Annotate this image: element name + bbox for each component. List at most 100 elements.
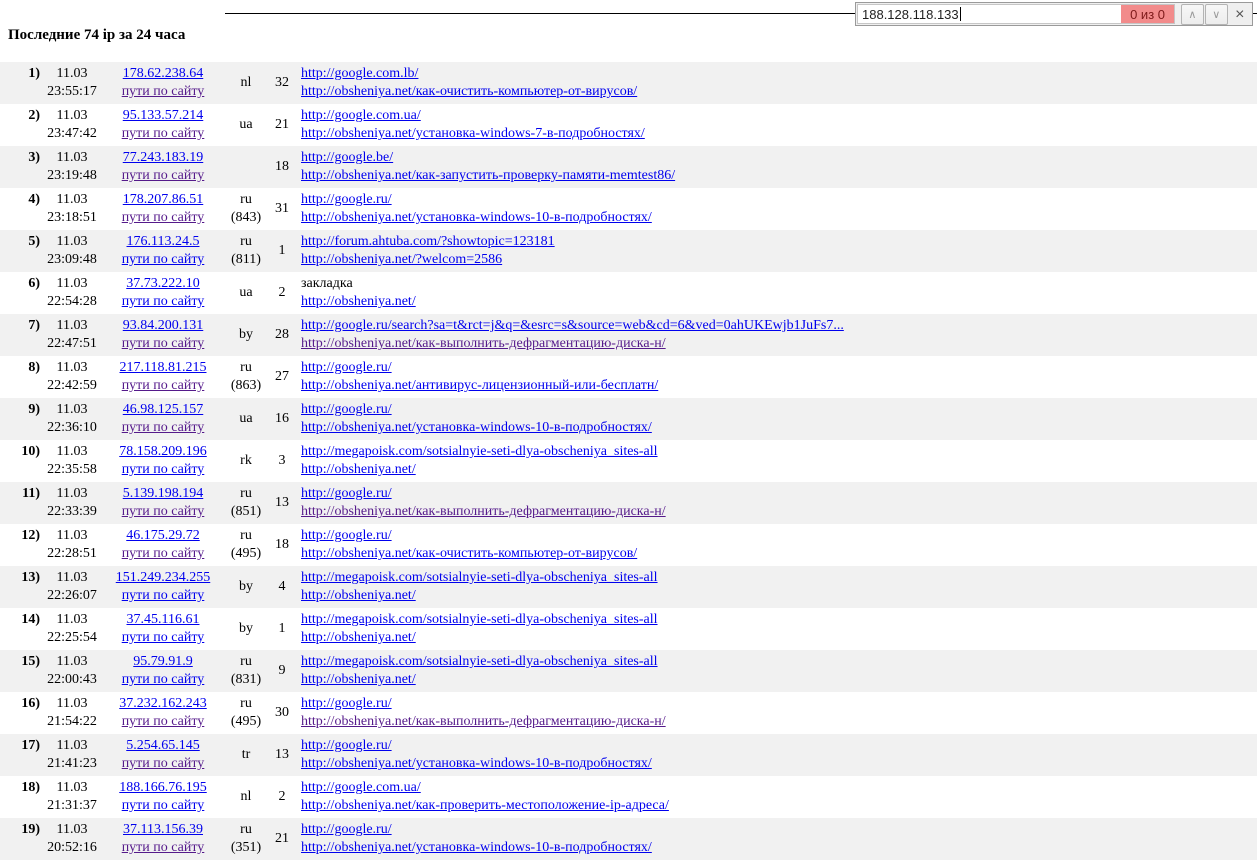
ip-cell: 46.175.29.72 пути по сайту bbox=[102, 527, 224, 563]
referrer-link[interactable]: http://megapoisk.com/sotsialnyie-seti-dl… bbox=[301, 612, 658, 627]
geo-cell: ru (495) bbox=[224, 695, 268, 731]
page-link[interactable]: http://obsheniya.net/как-выполнить-дефра… bbox=[301, 504, 666, 519]
paths-link[interactable]: пути по сайту bbox=[122, 168, 205, 183]
urls-cell: http://google.com.ua/ http://obsheniya.n… bbox=[296, 107, 1257, 143]
page-link[interactable]: http://obsheniya.net/антивирус-лицензион… bbox=[301, 378, 658, 393]
find-input[interactable]: 188.128.118.133 0 из 0 bbox=[857, 4, 1175, 24]
referrer-link[interactable]: http://google.com.ua/ bbox=[301, 780, 421, 795]
find-close-button[interactable]: × bbox=[1231, 4, 1249, 25]
referrer-link[interactable]: http://google.be/ bbox=[301, 150, 393, 165]
pageview-count: 21 bbox=[275, 831, 289, 846]
row-number: 9) bbox=[28, 402, 40, 417]
page-link[interactable]: http://obsheniya.net/ bbox=[301, 672, 416, 687]
ip-link[interactable]: 37.232.162.243 bbox=[119, 696, 207, 711]
visit-time: 20:52:16 bbox=[47, 840, 97, 855]
page-link[interactable]: http://obsheniya.net/установка-windows-1… bbox=[301, 840, 652, 855]
referrer-link[interactable]: http://google.com.lb/ bbox=[301, 66, 418, 81]
ip-link[interactable]: 37.73.222.10 bbox=[126, 276, 200, 291]
ip-link[interactable]: 77.243.183.19 bbox=[123, 150, 204, 165]
referrer-link[interactable]: http://google.ru/ bbox=[301, 528, 392, 543]
page-link[interactable]: http://obsheniya.net/как-выполнить-дефра… bbox=[301, 714, 666, 729]
page-link[interactable]: http://obsheniya.net/установка-windows-1… bbox=[301, 420, 652, 435]
page-link[interactable]: http://obsheniya.net/как-проверить-место… bbox=[301, 798, 669, 813]
referrer-link[interactable]: http://google.com.ua/ bbox=[301, 108, 421, 123]
paths-link[interactable]: пути по сайту bbox=[122, 336, 205, 351]
paths-link[interactable]: пути по сайту bbox=[122, 798, 205, 813]
paths-link[interactable]: пути по сайту bbox=[122, 378, 205, 393]
pageview-count: 21 bbox=[275, 117, 289, 132]
page-link[interactable]: http://obsheniya.net/ bbox=[301, 630, 416, 645]
visit-time: 22:54:28 bbox=[47, 294, 97, 309]
paths-link[interactable]: пути по сайту bbox=[122, 630, 205, 645]
paths-link[interactable]: пути по сайту bbox=[122, 210, 205, 225]
row-number: 13) bbox=[21, 570, 40, 585]
ip-link[interactable]: 46.175.29.72 bbox=[126, 528, 200, 543]
country-code: rk bbox=[240, 453, 252, 468]
referrer-link[interactable]: http://google.ru/ bbox=[301, 822, 392, 837]
paths-link[interactable]: пути по сайту bbox=[122, 714, 205, 729]
ip-link[interactable]: 37.113.156.39 bbox=[123, 822, 203, 837]
datetime-cell: 11.03 23:55:17 bbox=[42, 65, 102, 101]
referrer-link[interactable]: http://google.ru/ bbox=[301, 486, 392, 501]
paths-link[interactable]: пути по сайту bbox=[122, 588, 205, 603]
page-link[interactable]: http://obsheniya.net/установка-windows-1… bbox=[301, 210, 652, 225]
ip-link[interactable]: 151.249.234.255 bbox=[116, 570, 211, 585]
referrer-link[interactable]: закладка bbox=[301, 276, 353, 291]
page-link[interactable]: http://obsheniya.net/?welcom=2586 bbox=[301, 252, 502, 267]
ip-cell: 37.45.116.61 пути по сайту bbox=[102, 611, 224, 647]
paths-link[interactable]: пути по сайту bbox=[122, 252, 205, 267]
referrer-link[interactable]: http://google.ru/ bbox=[301, 696, 392, 711]
ip-cell: 95.133.57.214 пути по сайту bbox=[102, 107, 224, 143]
page-link[interactable]: http://obsheniya.net/ bbox=[301, 462, 416, 477]
urls-cell: http://google.ru/ http://obsheniya.net/у… bbox=[296, 401, 1257, 437]
ip-link[interactable]: 217.118.81.215 bbox=[120, 360, 207, 375]
paths-link[interactable]: пути по сайту bbox=[122, 126, 205, 141]
paths-link[interactable]: пути по сайту bbox=[122, 546, 205, 561]
referrer-link[interactable]: http://megapoisk.com/sotsialnyie-seti-dl… bbox=[301, 444, 658, 459]
ip-link[interactable]: 5.254.65.145 bbox=[126, 738, 200, 753]
page-link[interactable]: http://obsheniya.net/установка-windows-1… bbox=[301, 756, 652, 771]
paths-link[interactable]: пути по сайту bbox=[122, 420, 205, 435]
ip-link[interactable]: 178.207.86.51 bbox=[123, 192, 204, 207]
ip-link[interactable]: 78.158.209.196 bbox=[119, 444, 207, 459]
referrer-link[interactable]: http://megapoisk.com/sotsialnyie-seti-dl… bbox=[301, 570, 658, 585]
ip-cell: 178.207.86.51 пути по сайту bbox=[102, 191, 224, 227]
find-previous-button[interactable]: ∧ bbox=[1181, 3, 1204, 25]
paths-link[interactable]: пути по сайту bbox=[122, 504, 205, 519]
referrer-link[interactable]: http://forum.ahtuba.com/?showtopic=12318… bbox=[301, 234, 555, 249]
referrer-link[interactable]: http://google.ru/ bbox=[301, 192, 392, 207]
page-link[interactable]: http://obsheniya.net/установка-windows-7… bbox=[301, 126, 645, 141]
ip-link[interactable]: 93.84.200.131 bbox=[123, 318, 204, 333]
visit-time: 21:31:37 bbox=[47, 798, 97, 813]
paths-link[interactable]: пути по сайту bbox=[122, 672, 205, 687]
referrer-link[interactable]: http://google.ru/ bbox=[301, 360, 392, 375]
page-link[interactable]: http://obsheniya.net/ bbox=[301, 294, 416, 309]
paths-link[interactable]: пути по сайту bbox=[122, 294, 205, 309]
page-link[interactable]: http://obsheniya.net/как-запустить-прове… bbox=[301, 168, 675, 183]
page-link[interactable]: http://obsheniya.net/ bbox=[301, 588, 416, 603]
ip-link[interactable]: 188.166.76.195 bbox=[119, 780, 207, 795]
page-link[interactable]: http://obsheniya.net/как-выполнить-дефра… bbox=[301, 336, 666, 351]
ip-link[interactable]: 95.133.57.214 bbox=[123, 108, 204, 123]
ip-link[interactable]: 46.98.125.157 bbox=[123, 402, 204, 417]
table-row: 16) 11.03 21:54:22 37.232.162.243 пути п… bbox=[0, 692, 1257, 734]
ip-link[interactable]: 95.79.91.9 bbox=[133, 654, 193, 669]
ip-link[interactable]: 176.113.24.5 bbox=[127, 234, 200, 249]
ip-link[interactable]: 37.45.116.61 bbox=[127, 612, 200, 627]
referrer-link[interactable]: http://megapoisk.com/sotsialnyie-seti-dl… bbox=[301, 654, 658, 669]
paths-link[interactable]: пути по сайту bbox=[122, 462, 205, 477]
referrer-link[interactable]: http://google.ru/ bbox=[301, 738, 392, 753]
find-next-button[interactable]: ∨ bbox=[1204, 3, 1228, 25]
paths-link[interactable]: пути по сайту bbox=[122, 840, 205, 855]
visit-time: 21:41:23 bbox=[47, 756, 97, 771]
ip-link[interactable]: 5.139.198.194 bbox=[123, 486, 204, 501]
ip-link[interactable]: 178.62.238.64 bbox=[123, 66, 204, 81]
paths-link[interactable]: пути по сайту bbox=[122, 84, 205, 99]
referrer-link[interactable]: http://google.ru/ bbox=[301, 402, 392, 417]
referrer-link[interactable]: http://google.ru/search?sa=t&rct=j&q=&es… bbox=[301, 318, 844, 333]
row-number: 18) bbox=[21, 780, 40, 795]
page-link[interactable]: http://obsheniya.net/как-очистить-компью… bbox=[301, 84, 637, 99]
country-code: ru bbox=[240, 360, 252, 375]
page-link[interactable]: http://obsheniya.net/как-очистить-компью… bbox=[301, 546, 637, 561]
paths-link[interactable]: пути по сайту bbox=[122, 756, 205, 771]
